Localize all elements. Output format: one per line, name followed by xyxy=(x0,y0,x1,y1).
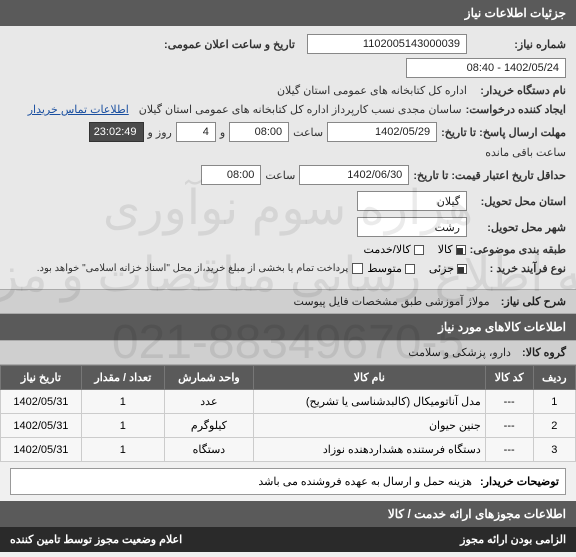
cell-code: --- xyxy=(485,414,533,438)
radio-dot-icon xyxy=(456,245,466,255)
general-desc-value: مولاژ آموزشی طبق مشخصات فایل پیوست xyxy=(294,296,490,308)
cell-date: 1402/05/31 xyxy=(1,414,82,438)
label-requester: ایجاد کننده درخواست: xyxy=(466,103,566,116)
label-buy-type: نوع فرآیند خرید : xyxy=(471,262,566,275)
label-remaining: ساعت باقی مانده xyxy=(485,146,566,159)
supplier-status-col: اعلام وضعیت مجوز توسط تامین کننده xyxy=(10,533,182,546)
field-days-left: 4 xyxy=(176,122,216,142)
radio-medium[interactable]: متوسط xyxy=(367,262,415,275)
detail-header: جزئیات اطلاعات نیاز xyxy=(0,0,576,26)
field-city: رشت xyxy=(357,217,467,237)
category-radio-group: کالا کالا/خدمت xyxy=(364,243,466,256)
cell-row: 3 xyxy=(533,438,575,462)
radio-service-label: کالا/خدمت xyxy=(364,243,411,256)
buytype-radio-group: جزئی متوسط xyxy=(367,262,467,275)
label-buyer-org: نام دستگاه خریدار: xyxy=(471,84,566,97)
label-category: طبقه بندی موضوعی: xyxy=(470,243,566,256)
label-hour2: ساعت xyxy=(265,169,295,182)
label-day: روز و xyxy=(148,126,172,139)
field-province: گیلان xyxy=(357,191,467,211)
radio-minor-label: جزئی xyxy=(429,262,454,275)
table-header-row: ردیف کد کالا نام کالا واحد شمارش تعداد /… xyxy=(1,366,576,390)
buyer-notes-box: توضیحات خریدار: هزینه حمل و ارسال به عهد… xyxy=(10,468,566,495)
cell-row: 1 xyxy=(533,390,575,414)
field-resp-time: 08:00 xyxy=(229,122,289,142)
col-unit: واحد شمارش xyxy=(164,366,253,390)
cell-date: 1402/05/31 xyxy=(1,390,82,414)
table-row: 2---جنین حیوانکیلوگرم11402/05/31 xyxy=(1,414,576,438)
license-required-col: الزامی بودن ارائه مجوز xyxy=(460,533,566,546)
table-row: 3---دستگاه فرستنده هشداردهنده نوزاددستگا… xyxy=(1,438,576,462)
field-need-no: 1102005143000039 xyxy=(307,34,467,54)
license-table-header: الزامی بودن ارائه مجوز اعلام وضعیت مجوز … xyxy=(0,527,576,552)
buyer-notes-value: هزینه حمل و ارسال به عهده فروشنده می باش… xyxy=(258,475,472,488)
buyer-contact-link[interactable]: اطلاعات تماس خریدار xyxy=(28,103,129,116)
field-time-left: 23:02:49 xyxy=(89,122,144,142)
cell-qty: 1 xyxy=(81,390,164,414)
radio-dot-icon xyxy=(414,245,424,255)
goods-group-row: گروه کالا: دارو، پزشکی و سلامت xyxy=(0,340,576,365)
goods-group-label: گروه کالا: xyxy=(522,347,566,359)
col-qty: تعداد / مقدار xyxy=(81,366,164,390)
cell-name: دستگاه فرستنده هشداردهنده نوزاد xyxy=(253,438,485,462)
payment-checkbox[interactable] xyxy=(352,263,363,274)
col-need-date: تاریخ نیاز xyxy=(1,366,82,390)
col-name: نام کالا xyxy=(253,366,485,390)
field-resp-date: 1402/05/29 xyxy=(327,122,437,142)
cell-name: مدل آناتومیکال (کالبدشناسی یا تشریح) xyxy=(253,390,485,414)
col-row: ردیف xyxy=(533,366,575,390)
radio-dot-icon xyxy=(405,264,415,274)
radio-goods[interactable]: کالا xyxy=(438,243,466,256)
table-row: 1---مدل آناتومیکال (کالبدشناسی یا تشریح)… xyxy=(1,390,576,414)
label-and: و xyxy=(220,126,225,139)
radio-dot-icon xyxy=(457,264,467,274)
cell-row: 2 xyxy=(533,414,575,438)
label-response-deadline: مهلت ارسال پاسخ: تا تاریخ: xyxy=(441,126,566,139)
label-province: استان محل تحویل: xyxy=(471,195,566,208)
cell-code: --- xyxy=(485,438,533,462)
general-desc-row: شرح کلی نیاز: مولاژ آموزشی طبق مشخصات فا… xyxy=(0,289,576,314)
label-city: شهر محل تحویل: xyxy=(471,221,566,234)
cell-unit: عدد xyxy=(164,390,253,414)
label-validity-deadline: حداقل تاریخ اعتبار قیمت: تا تاریخ: xyxy=(413,169,566,182)
field-valid-time: 08:00 xyxy=(201,165,261,185)
field-announce-dt: 1402/05/24 - 08:40 xyxy=(406,58,566,78)
goods-group-value: دارو، پزشکی و سلامت xyxy=(408,347,511,359)
radio-minor[interactable]: جزئی xyxy=(429,262,467,275)
label-announce-dt: تاریخ و ساعت اعلان عمومی: xyxy=(164,38,295,51)
col-code: کد کالا xyxy=(485,366,533,390)
label-hour1: ساعت xyxy=(293,126,323,139)
radio-goods-label: کالا xyxy=(438,243,453,256)
items-info-header: اطلاعات کالاهای مورد نیاز xyxy=(0,314,576,340)
cell-unit: کیلوگرم xyxy=(164,414,253,438)
value-requester: ساسان مجدی نسب کارپرداز اداره کل کتابخان… xyxy=(139,103,462,116)
radio-medium-label: متوسط xyxy=(367,262,402,275)
cell-qty: 1 xyxy=(81,438,164,462)
cell-code: --- xyxy=(485,390,533,414)
field-valid-date: 1402/06/30 xyxy=(299,165,409,185)
cell-unit: دستگاه xyxy=(164,438,253,462)
items-table: ردیف کد کالا نام کالا واحد شمارش تعداد /… xyxy=(0,365,576,462)
cell-name: جنین حیوان xyxy=(253,414,485,438)
value-buyer-org: اداره کل کتابخانه های عمومی استان گیلان xyxy=(277,84,467,97)
cell-qty: 1 xyxy=(81,414,164,438)
licenses-header: اطلاعات مجوزهای ارائه خدمت / کالا xyxy=(0,501,576,527)
label-need-no: شماره نیاز: xyxy=(471,38,566,51)
general-desc-label: شرح کلی نیاز: xyxy=(501,296,566,308)
buyer-notes-label: توضیحات خریدار: xyxy=(480,475,559,488)
form-area: شماره نیاز: 1102005143000039 تاریخ و ساع… xyxy=(0,26,576,289)
cell-date: 1402/05/31 xyxy=(1,438,82,462)
payment-note: پرداخت تمام یا بخشی از مبلغ خرید،از محل … xyxy=(37,263,349,274)
radio-service[interactable]: کالا/خدمت xyxy=(364,243,424,256)
